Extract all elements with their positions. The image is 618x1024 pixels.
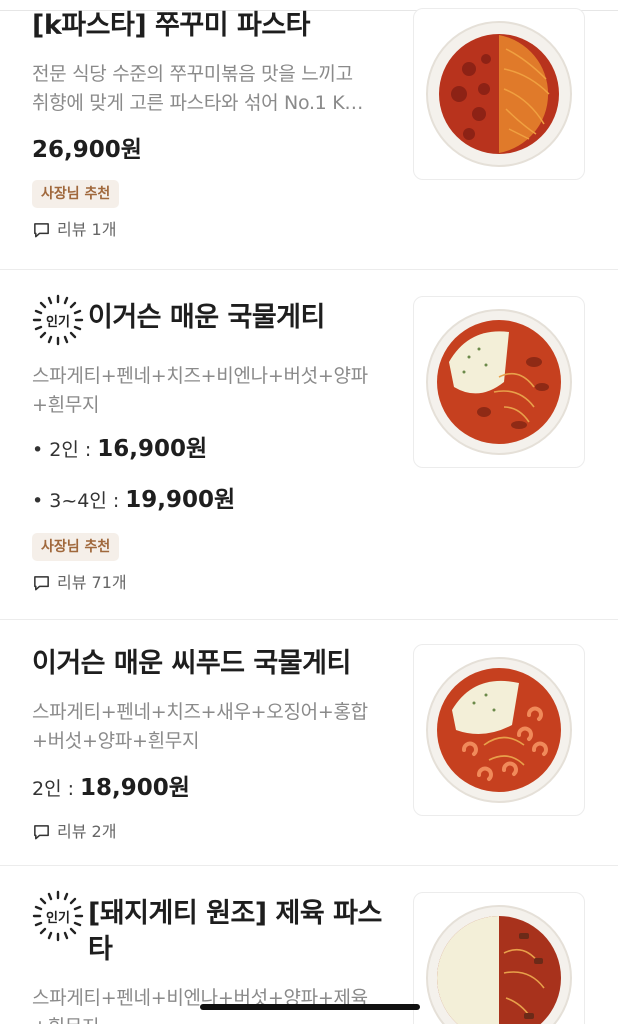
soup-spaghetti-bowl-icon	[426, 309, 572, 455]
menu-item-title: 이거슨 매운 국물게티	[88, 302, 325, 333]
review-count[interactable]: 리뷰 71개	[32, 573, 402, 593]
menu-item-desc-line2: +버섯+양파+흰무지	[32, 730, 200, 752]
price-option-amount: 16,900원	[97, 436, 208, 462]
menu-item-desc-line2: +흰무지	[32, 1013, 392, 1024]
price-option-2-people: • 2인 : 16,900원	[32, 434, 402, 465]
review-count[interactable]: 리뷰 1개	[32, 220, 392, 240]
menu-item-desc-line2: +흰무지	[32, 394, 100, 416]
home-indicator[interactable]	[200, 1004, 420, 1010]
price-option-label: • 2인 :	[32, 439, 92, 461]
menu-item-price: 26,900원	[32, 137, 142, 163]
price-option-amount: 19,900원	[125, 487, 236, 513]
popular-label: 인기	[46, 910, 70, 926]
menu-item-price: 2인 : 18,900원	[32, 773, 392, 804]
menu-item-photo	[413, 8, 585, 180]
comment-icon	[34, 222, 49, 237]
review-count-label: 리뷰 2개	[57, 822, 117, 841]
price-option-3-4-people: • 3~4인 : 19,900원	[32, 485, 402, 516]
menu-item-jjukkumi-pasta[interactable]: [k파스타] 쭈꾸미 파스타 전문 식당 수준의 쭈꾸미볶음 맛을 느끼고 취향…	[0, 0, 618, 270]
comment-icon	[34, 575, 49, 590]
menu-item-desc-line2: 취향에 맞게 고른 파스타와 섞어 No.1 K…	[32, 92, 364, 114]
menu-item-title: [k파스타] 쭈꾸미 파스타	[32, 10, 311, 41]
menu-item-spicy-soup-spaghetti[interactable]: 인기 이거슨 매운 국물게티 스파게티+펜네+치즈+비엔나+버섯+양파 +흰무지…	[0, 270, 618, 620]
review-count-label: 리뷰 1개	[57, 220, 117, 239]
menu-item-photo	[413, 296, 585, 468]
review-count[interactable]: 리뷰 2개	[32, 822, 392, 842]
seafood-soup-spaghetti-bowl-icon	[426, 657, 572, 803]
menu-item-title-line2: 타	[88, 934, 113, 965]
menu-item-jeyuk-pasta[interactable]: 인기 [돼지게티 원조] 제육 파스 타 스파게티+펜네+비엔나+버섯+양파+제…	[0, 866, 618, 1024]
review-count-label: 리뷰 71개	[57, 573, 127, 592]
price-option-label: 2인 :	[32, 778, 75, 800]
popular-label: 인기	[46, 314, 70, 330]
price-option-label: • 3~4인 :	[32, 490, 120, 512]
jjukkumi-pasta-bowl-icon	[426, 21, 572, 167]
menu-item-photo	[413, 892, 585, 1024]
menu-item-title-line1: [돼지게티 원조] 제육 파스	[88, 898, 382, 929]
menu-item-photo	[413, 644, 585, 816]
menu-item-desc-line1: 전문 식당 수준의 쭈꾸미볶음 맛을 느끼고	[32, 63, 353, 85]
price-option-amount: 18,900원	[80, 775, 190, 801]
menu-item-title: 이거슨 매운 씨푸드 국물게티	[32, 648, 351, 679]
jeyuk-pasta-bowl-icon	[426, 905, 572, 1024]
menu-item-spicy-seafood-soup-spaghetti[interactable]: 이거슨 매운 씨푸드 국물게티 스파게티+펜네+치즈+새우+오징어+홍합 +버섯…	[0, 620, 618, 866]
owner-recommend-badge: 사장님 추천	[32, 533, 120, 561]
owner-recommend-badge: 사장님 추천	[32, 180, 120, 208]
popular-badge-icon: 인기	[32, 294, 84, 346]
popular-badge-icon: 인기	[32, 890, 84, 942]
menu-item-desc-line1: 스파게티+펜네+치즈+비엔나+버섯+양파	[32, 365, 368, 387]
menu-item-desc-line1: 스파게티+펜네+치즈+새우+오징어+홍합	[32, 701, 368, 723]
comment-icon	[34, 824, 49, 839]
